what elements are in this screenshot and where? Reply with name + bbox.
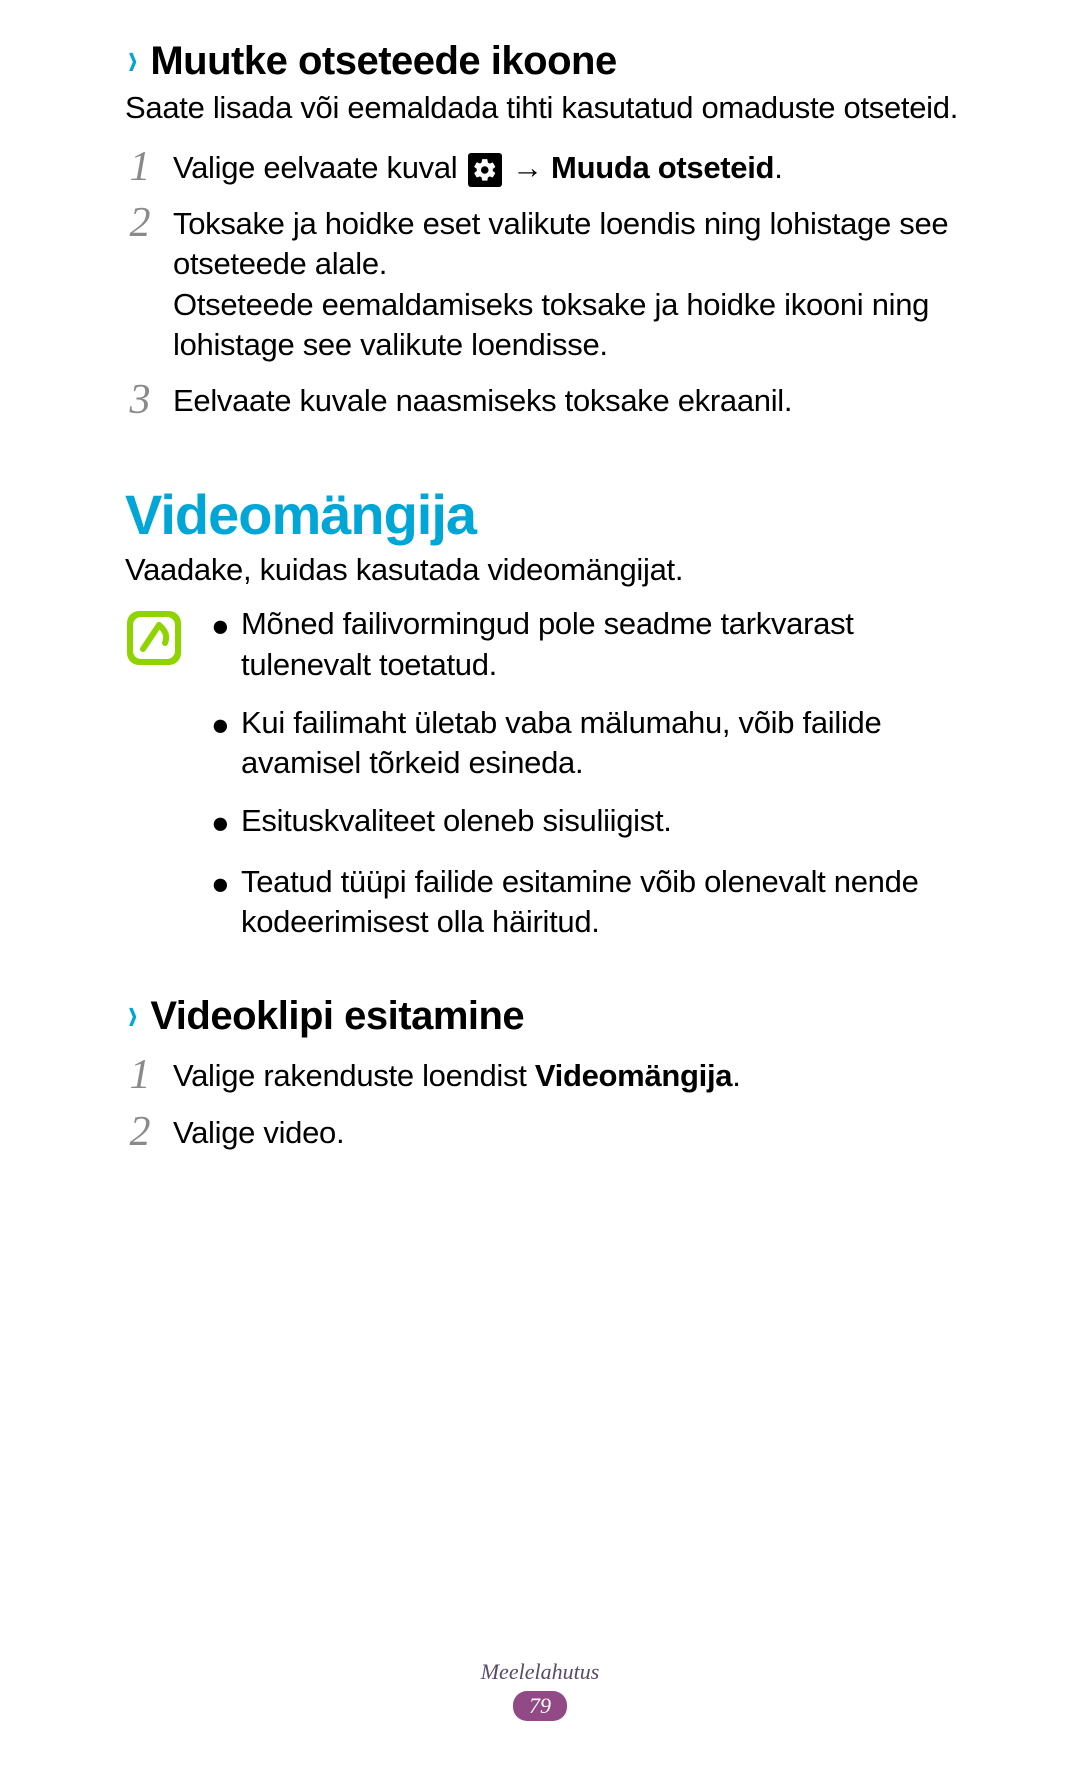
list-item: ●Teatud tüüpi failide esitamine võib ole…	[211, 862, 970, 943]
step-number: 1	[125, 146, 155, 188]
bullet-list: ●Mõned failivormingud pole seadme tarkva…	[211, 604, 970, 960]
steps-list-2: 1 Valige rakenduste loendist Videomängij…	[125, 1056, 970, 1153]
note-block: ●Mõned failivormingud pole seadme tarkva…	[125, 604, 970, 960]
step-number: 1	[125, 1054, 155, 1096]
subheading-text: Videoklipi esitamine	[150, 992, 524, 1040]
step-text: Valige video.	[173, 1113, 970, 1153]
page-footer: Meelelahutus 79	[0, 1659, 1080, 1721]
heading-videoplayer: Videomängija	[125, 482, 970, 547]
step-body: Valige rakenduste loendist Videomängija.	[173, 1056, 970, 1096]
step-text-pre: Valige rakenduste loendist	[173, 1058, 535, 1093]
bullet-text: Mõned failivormingud pole seadme tarkvar…	[241, 604, 970, 685]
step-text: Eelvaate kuvale naasmiseks toksake ekraa…	[173, 381, 970, 421]
arrow-text: →	[512, 150, 543, 185]
step-number: 2	[125, 1111, 155, 1153]
subheading-shortcuts: › Muutke otseteede ikoone	[125, 35, 970, 85]
document-page: › Muutke otseteede ikoone Saate lisada v…	[0, 0, 1080, 1771]
bullet-text: Kui failimaht ületab vaba mälumahu, võib…	[241, 703, 970, 784]
step-text-post: .	[732, 1058, 740, 1093]
bullet-dot: ●	[211, 606, 227, 685]
step-row: 1 Valige eelvaate kuval → Muuda otseteid…	[125, 148, 970, 188]
settings-icon	[468, 153, 502, 187]
chevron-icon: ›	[128, 35, 137, 81]
step-number: 3	[125, 379, 155, 421]
step-text: Toksake ja hoidke eset valikute loendis …	[173, 204, 970, 285]
list-item: ●Mõned failivormingud pole seadme tarkva…	[211, 604, 970, 685]
step-text-bold: Muuda otseteid	[551, 150, 774, 185]
step-number: 2	[125, 202, 155, 244]
intro-text: Vaadake, kuidas kasutada videomängijat.	[125, 551, 970, 590]
bullet-text: Teatud tüüpi failide esitamine võib olen…	[241, 862, 970, 943]
list-item: ●Kui failimaht ületab vaba mälumahu, või…	[211, 703, 970, 784]
bullet-dot: ●	[211, 705, 227, 784]
step-row: 3 Eelvaate kuvale naasmiseks toksake ekr…	[125, 381, 970, 421]
step-text: Otseteede eemaldamiseks toksake ja hoidk…	[173, 285, 970, 366]
step-body: Valige eelvaate kuval → Muuda otseteid.	[173, 148, 970, 188]
footer-category: Meelelahutus	[0, 1659, 1080, 1685]
chevron-icon: ›	[128, 990, 137, 1036]
step-text-pre: Valige eelvaate kuval	[173, 150, 466, 185]
bullet-dot: ●	[211, 803, 227, 843]
bullet-dot: ●	[211, 864, 227, 943]
intro-text: Saate lisada või eemaldada tihti kasutat…	[125, 89, 970, 128]
step-text-bold: Videomängija	[535, 1058, 732, 1093]
bullet-text: Esituskvaliteet oleneb sisuliigist.	[241, 801, 672, 843]
subheading-text: Muutke otseteede ikoone	[150, 37, 616, 85]
list-item: ● Esituskvaliteet oleneb sisuliigist.	[211, 801, 970, 843]
step-body: Toksake ja hoidke eset valikute loendis …	[173, 204, 970, 365]
page-number-badge: 79	[513, 1691, 567, 1721]
note-icon	[125, 609, 183, 667]
step-text-post: .	[774, 150, 782, 185]
subheading-playclip: › Videoklipi esitamine	[125, 990, 970, 1040]
step-row: 2 Valige video.	[125, 1113, 970, 1153]
step-row: 1 Valige rakenduste loendist Videomängij…	[125, 1056, 970, 1096]
steps-list-1: 1 Valige eelvaate kuval → Muuda otseteid…	[125, 148, 970, 422]
step-row: 2 Toksake ja hoidke eset valikute loendi…	[125, 204, 970, 365]
